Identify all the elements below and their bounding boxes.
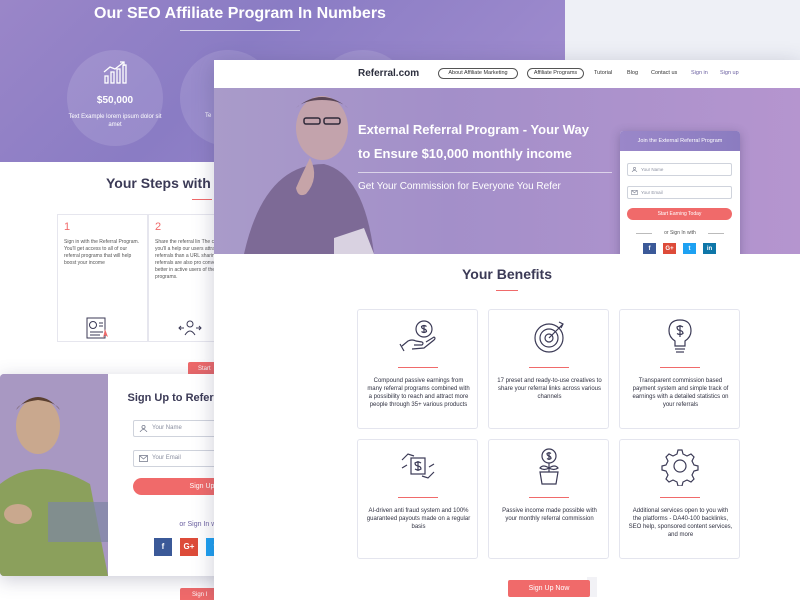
nav-tutorial[interactable]: Tutorial (594, 70, 612, 76)
steps-title: Your Steps with B (106, 175, 225, 191)
facebook-icon[interactable]: f (154, 538, 172, 556)
google-plus-icon[interactable]: G+ (663, 243, 676, 254)
nav-sign-up[interactable]: Sign up (720, 70, 739, 76)
money-plant-icon (539, 448, 559, 485)
benefit-card: Transparent commission based payment sys… (619, 309, 740, 429)
site-logo[interactable]: Referral.com (358, 68, 419, 79)
target-icon (534, 321, 564, 353)
facebook-icon[interactable]: f (643, 243, 656, 254)
benefit-card: Additional services open to you with the… (619, 439, 740, 559)
nav-about-affiliate[interactable]: About Affiliate Marketing (438, 68, 518, 79)
mail-icon (139, 455, 148, 462)
referral-site: Referral.com About Affiliate Marketing A… (214, 60, 800, 600)
join-name-input[interactable]: Your Name (627, 163, 732, 176)
hero-title-line2: to Ensure $10,000 monthly income (358, 146, 572, 161)
share-users-icon (178, 320, 202, 336)
linkedin-icon[interactable]: in (703, 243, 716, 254)
hero-banner: External Referral Program - Your Way to … (214, 88, 800, 254)
sign-in-button-partial[interactable]: Sign I (180, 588, 218, 600)
benefit-divider (529, 367, 569, 368)
nav-affiliate-programs[interactable]: Affiliate Programs (527, 68, 584, 79)
steps-underline (192, 199, 212, 200)
hero-subtitle: Get Your Commission for Everyone You Ref… (358, 181, 561, 192)
numbers-title-underline (180, 30, 300, 31)
gear-icon (661, 449, 699, 486)
sign-up-now-button[interactable]: Sign Up Now (508, 580, 590, 597)
join-card: Join the External Referral Program Your … (620, 131, 740, 254)
benefit-text: 17 preset and ready-to-use creatives to … (497, 378, 602, 400)
divider-line (708, 233, 724, 234)
nav-sign-in[interactable]: Sign in (691, 70, 708, 76)
step-card: 2 Share the referral lin The creatives y… (148, 214, 234, 342)
hero-divider (358, 172, 612, 173)
start-earning-button[interactable]: Start Earning Today (627, 208, 732, 220)
step-card: 1 Sign in with the Referral Program. You… (57, 214, 148, 342)
benefit-text: Compound passive earnings from many refe… (367, 378, 470, 408)
benefit-divider (660, 497, 700, 498)
growth-chart-icon (103, 61, 127, 84)
join-email-input[interactable]: Your Email (627, 186, 732, 199)
benefit-card: Passive income made possible with your m… (488, 439, 609, 559)
benefit-divider (660, 367, 700, 368)
stat-caption: Text Example lorem ipsum dolor sit amet (68, 114, 162, 128)
benefit-divider (529, 497, 569, 498)
benefits-title: Your Benefits (462, 266, 552, 282)
join-card-header: Join the External Referral Program (620, 131, 740, 151)
stat-value: $50,000 (96, 95, 134, 106)
benefits-underline (496, 290, 518, 291)
smiling-man-photo (0, 374, 108, 576)
benefit-card: Compound passive earnings from many refe… (357, 309, 478, 429)
benefit-card: AI-driven anti fraud system and 100% gua… (357, 439, 478, 559)
benefit-text: Transparent commission based payment sys… (632, 378, 729, 408)
user-icon (631, 167, 638, 172)
benefit-divider (398, 367, 438, 368)
nav-contact[interactable]: Contact us (651, 70, 677, 76)
benefit-divider (398, 497, 438, 498)
user-icon (139, 425, 148, 432)
navbar: Referral.com About Affiliate Marketing A… (214, 60, 800, 88)
google-plus-icon[interactable]: G+ (180, 538, 198, 556)
benefit-text: Passive income made possible with your m… (502, 508, 597, 522)
mail-icon (631, 190, 638, 195)
step-text: Sign in with the Referral Program. You'l… (64, 239, 140, 266)
step-number: 2 (155, 221, 162, 233)
benefit-card: 17 preset and ready-to-use creatives to … (488, 309, 609, 429)
man-silhouette (0, 374, 108, 576)
secure-payout-icon (401, 453, 435, 479)
hand-dollar-icon (399, 320, 436, 352)
certificate-icon (86, 317, 108, 339)
step-number: 1 (64, 221, 71, 233)
hero-man-photo (244, 96, 374, 254)
stat-caption-partial: Te (205, 113, 212, 119)
lightbulb-dollar-icon (668, 319, 692, 353)
nav-blog[interactable]: Blog (627, 70, 638, 76)
numbers-title: Our SEO Affiliate Program In Numbers (94, 5, 386, 22)
benefit-text: AI-driven anti fraud system and 100% gua… (366, 508, 471, 530)
benefit-text: Additional services open to you with the… (628, 508, 733, 538)
twitter-icon[interactable]: t (683, 243, 696, 254)
hero-title-line1: External Referral Program - Your Way (358, 122, 589, 137)
